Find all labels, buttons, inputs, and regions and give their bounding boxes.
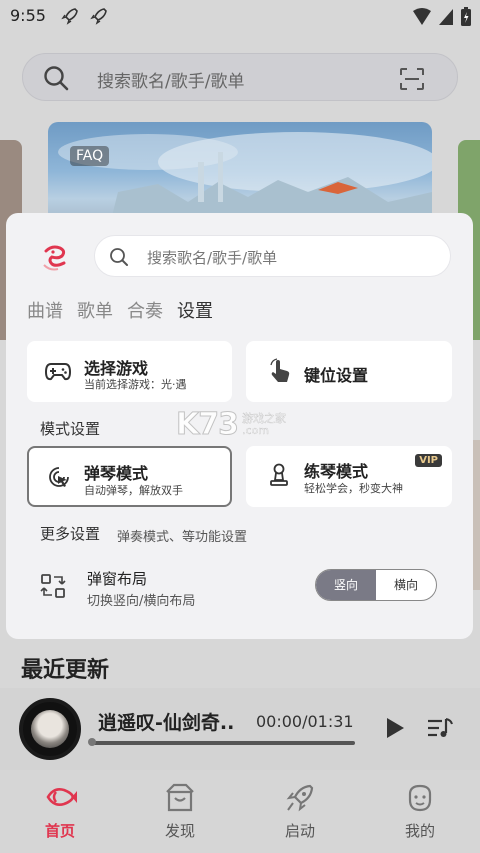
discover-box-icon (166, 783, 194, 812)
layout-toggle[interactable]: 竖向 横向 (315, 569, 437, 601)
play-icon[interactable] (384, 716, 406, 740)
practice-mode-title: 练琴模式 (304, 462, 369, 481)
nav-launch[interactable]: 启动 (240, 770, 360, 853)
panel-tabs: 曲谱 歌单 合奏 设置 (27, 297, 213, 323)
touch-tap-icon (270, 358, 290, 382)
auto-click-icon (49, 467, 69, 487)
popup-layout-title: 弹窗布局 (87, 570, 148, 588)
nav-discover-label: 发现 (164, 822, 195, 840)
top-search-bar[interactable]: 搜索歌名/歌手/歌单 (22, 53, 458, 101)
rocket-notification-icon (90, 8, 107, 25)
top-search-placeholder: 搜索歌名/歌手/歌单 (97, 72, 245, 92)
faq-badge[interactable]: FAQ (70, 146, 110, 166)
watermark-logo: K73 游戏之家 .com (176, 407, 287, 443)
piano-mode-title: 弹琴模式 (84, 464, 149, 483)
song-title: 逍遥叹-仙剑奇.. (98, 712, 235, 734)
tab-scores[interactable]: 曲谱 (27, 297, 63, 323)
toggle-horizontal[interactable]: 横向 (376, 570, 436, 600)
rocket-notification-icon (61, 8, 78, 25)
piano-mode-card[interactable]: 弹琴模式 自动弹琴，解放双手 (27, 446, 232, 507)
vip-badge: VIP (415, 454, 442, 467)
status-bar: 9:55 (0, 0, 480, 34)
practice-mode-card[interactable]: 练琴模式 轻松学会，秒变大神 VIP (246, 446, 452, 507)
status-time: 9:55 (10, 6, 46, 25)
home-fish-icon (46, 788, 77, 806)
album-art (31, 710, 69, 748)
album-avatar[interactable] (19, 698, 81, 760)
progress-handle[interactable] (88, 738, 96, 746)
wifi-icon (413, 8, 431, 25)
recent-updates-title: 最近更新 (21, 658, 110, 683)
nav-launch-label: 启动 (284, 822, 315, 840)
mode-settings-label: 模式设置 (40, 420, 101, 438)
trophy-icon (270, 463, 288, 486)
playlist-icon[interactable] (426, 716, 454, 740)
nav-profile[interactable]: 我的 (360, 770, 480, 853)
nav-discover[interactable]: 发现 (120, 770, 240, 853)
mini-player[interactable]: 逍遥叹-仙剑奇.. 00:00/01:31 (0, 688, 480, 770)
progress-bar[interactable] (92, 741, 355, 745)
panel-search-placeholder: 搜索歌名/歌手/歌单 (147, 249, 278, 267)
bottom-navigation: 首页 发现 启动 我的 (0, 770, 480, 853)
panel-search-bar[interactable]: 搜索歌名/歌手/歌单 (94, 235, 451, 277)
nav-home[interactable]: 首页 (0, 770, 120, 853)
tab-ensemble[interactable]: 合奏 (127, 297, 163, 323)
watermark-line1: 游戏之家 (242, 411, 286, 425)
battery-icon (461, 7, 471, 26)
select-game-subtitle: 当前选择游戏：光·遇 (84, 378, 187, 391)
key-settings-title: 键位设置 (304, 366, 369, 385)
tab-settings[interactable]: 设置 (177, 297, 213, 323)
key-settings-card[interactable]: 键位设置 (246, 341, 452, 402)
watermark-k73: K73 (176, 407, 240, 443)
signal-icon (439, 9, 453, 25)
more-settings-label: 更多设置 (40, 525, 101, 543)
search-icon (110, 248, 128, 266)
profile-face-icon (408, 784, 432, 812)
watermark-line2: .com (242, 423, 269, 437)
popup-layout-subtitle: 切换竖向/横向布局 (87, 594, 196, 609)
nav-home-label: 首页 (44, 822, 75, 840)
tab-playlists[interactable]: 歌单 (77, 297, 113, 323)
nav-profile-label: 我的 (404, 822, 435, 840)
practice-mode-subtitle: 轻松学会，秒变大神 (304, 482, 403, 495)
app-logo-icon (43, 245, 66, 271)
song-time: 00:00/01:31 (256, 712, 354, 731)
more-settings-hint: 弹奏模式、等功能设置 (117, 530, 248, 545)
search-icon (44, 66, 69, 91)
gamepad-icon (45, 363, 71, 381)
scan-icon[interactable] (399, 67, 425, 91)
toggle-vertical[interactable]: 竖向 (316, 570, 376, 600)
select-game-card[interactable]: 选择游戏 当前选择游戏：光·遇 (27, 341, 232, 402)
rocket-icon (286, 784, 314, 812)
piano-mode-subtitle: 自动弹琴，解放双手 (84, 484, 183, 497)
layout-switch-icon (40, 574, 66, 598)
